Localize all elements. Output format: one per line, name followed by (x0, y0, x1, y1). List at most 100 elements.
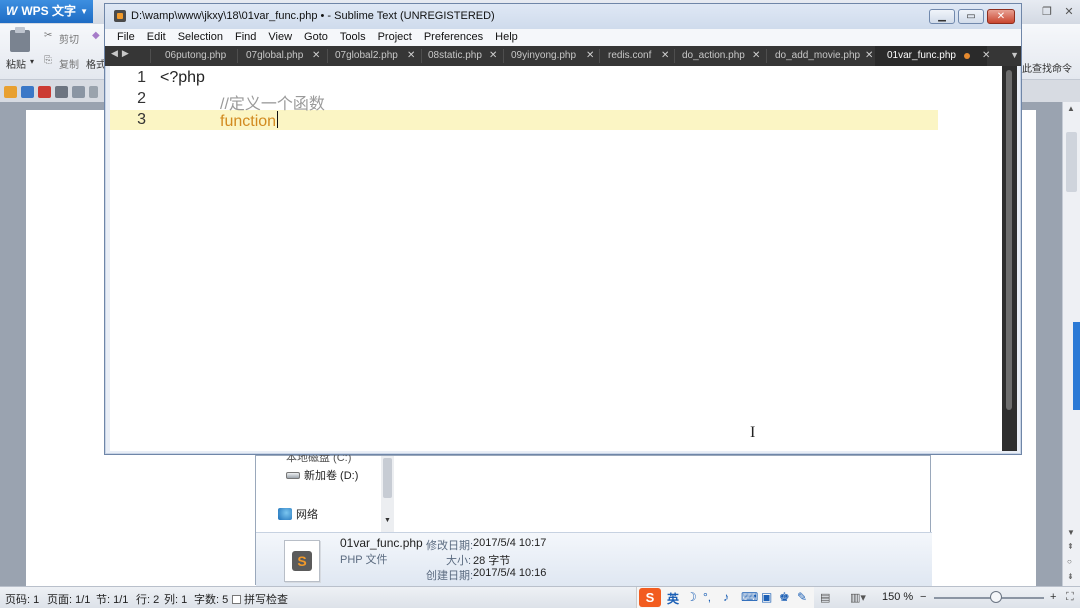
network-label: 网络 (296, 509, 318, 521)
zoom-out-icon[interactable]: − (920, 591, 926, 603)
microphone-icon[interactable]: ♪ (723, 590, 729, 604)
close-tab-icon[interactable]: ✕ (865, 46, 873, 66)
sublime-titlebar[interactable]: D:\wamp\www\jkxy\18\01var_func.php • - S… (105, 4, 1021, 29)
pdf-icon[interactable] (38, 86, 51, 98)
save-icon[interactable] (21, 86, 34, 98)
drive-d-label: 新加卷 (D:) (304, 470, 359, 482)
tab-bar: ◀▶ 06putong.php 07global.php ✕ 07global2.… (105, 46, 1021, 66)
sogou-ime-icon[interactable]: S (639, 588, 661, 607)
close-button[interactable]: ✕ (987, 9, 1015, 24)
code-line-3: function (220, 111, 279, 131)
tab-09yinyong[interactable]: 09yinyong.php ✕ (511, 46, 594, 66)
tab-redis-conf[interactable]: redis.conf ✕ (608, 46, 669, 66)
ime-toolbar: S 英 ☽ °, ♪ ⌨ ▣ ♚ ✎ (636, 587, 814, 608)
menu-preferences[interactable]: Preferences (418, 29, 489, 46)
format-painter-button[interactable]: 格式 (86, 56, 106, 71)
zoom-level[interactable]: 150 % (882, 591, 913, 603)
tab-07global[interactable]: 07global.php ✕ (246, 46, 320, 66)
select-browse-icon[interactable]: ○ (1067, 557, 1072, 566)
status-page-number[interactable]: 页码: 1 (5, 591, 39, 607)
status-word-count[interactable]: 字数: 5 (194, 591, 228, 607)
size-label: 大小: (446, 555, 472, 567)
menu-goto[interactable]: Goto (298, 29, 334, 46)
keyboard-icon[interactable]: ⌨ (741, 590, 758, 604)
open-icon[interactable] (4, 86, 17, 98)
close-tab-icon[interactable]: ✕ (661, 46, 669, 66)
menu-find[interactable]: Find (229, 29, 262, 46)
code-editor[interactable]: 1 2 3 <?php //定义一个函数 function (110, 66, 1007, 451)
close-tab-icon[interactable]: ✕ (407, 46, 415, 66)
tab-06putong[interactable]: 06putong.php (165, 46, 226, 66)
navigation-scrollbar[interactable]: ▼ (381, 456, 394, 532)
wrench-icon[interactable]: ✎ (797, 590, 807, 604)
menu-selection[interactable]: Selection (172, 29, 229, 46)
wps-logo-icon: W (6, 4, 18, 18)
wps-restore-button[interactable]: ❐ (1036, 0, 1058, 24)
print-icon[interactable] (55, 86, 68, 98)
fullscreen-icon[interactable]: ⛶ (1066, 591, 1074, 604)
close-tab-icon[interactable]: ✕ (489, 46, 497, 66)
tab-08static[interactable]: 08static.php ✕ (428, 46, 497, 66)
ime-lang-toggle[interactable]: 英 (667, 590, 679, 607)
toolbox-icon[interactable]: ▣ (761, 590, 772, 604)
cut-button[interactable]: 剪切 (59, 31, 79, 46)
punctuation-icon[interactable]: °, (703, 590, 711, 604)
spell-check-toggle[interactable]: 拼写检查 (232, 591, 288, 607)
scroll-down-icon[interactable]: ▼ (384, 517, 391, 524)
paste-button[interactable]: 粘贴 (6, 56, 26, 71)
created-label: 创建日期: (426, 570, 474, 582)
maximize-button[interactable]: ▭ (958, 9, 984, 24)
tab-do-add-movie[interactable]: do_add_movie.php ✕ (775, 46, 873, 66)
skin-icon[interactable]: ♚ (779, 590, 790, 604)
zoom-in-icon[interactable]: + (1050, 591, 1056, 603)
close-tab-icon[interactable]: ✕ (586, 46, 594, 66)
tab-label: 07global2.php (335, 50, 398, 61)
scroll-up-icon[interactable]: ▲ (1067, 104, 1075, 113)
menu-file[interactable]: File (105, 29, 141, 46)
tab-do-action[interactable]: do_action.php ✕ (682, 46, 760, 66)
zoom-slider-knob[interactable] (990, 591, 1002, 603)
tab-divider (421, 49, 422, 63)
menu-view[interactable]: View (262, 29, 298, 46)
wps-vertical-scrollbar[interactable]: ▲ ▼ ⇞ ○ ⇟ (1062, 102, 1080, 586)
menu-bar: File Edit Selection Find View Goto Tools… (105, 29, 1021, 46)
created-value: 2017/5/4 10:16 (473, 567, 547, 579)
undo-icon[interactable] (89, 86, 98, 98)
scroll-down-icon[interactable]: ▼ (1067, 528, 1075, 537)
editor-scrollbar[interactable] (1002, 66, 1017, 451)
side-panel-tab[interactable] (1073, 322, 1080, 410)
menu-edit[interactable]: Edit (141, 29, 172, 46)
copy-button[interactable]: 复制 (59, 56, 79, 71)
preview-icon[interactable] (72, 86, 85, 98)
tab-07global2[interactable]: 07global2.php ✕ (335, 46, 415, 66)
keyword-token: function (220, 113, 277, 130)
minimize-button[interactable]: ▁ (929, 9, 955, 24)
wps-app-menu-button[interactable]: W WPS 文字 ▼ (0, 0, 93, 23)
scroll-thumb[interactable] (1066, 132, 1077, 192)
close-tab-icon[interactable]: ✕ (982, 46, 990, 66)
tab-scroll-arrows-icon[interactable]: ◀▶ (111, 48, 133, 59)
paste-icon[interactable] (10, 27, 30, 52)
prev-page-icon[interactable]: ⇞ (1067, 542, 1074, 551)
next-page-icon[interactable]: ⇟ (1067, 572, 1074, 581)
web-layout-icon[interactable]: ▤ (820, 591, 830, 604)
tree-item-drive-d[interactable]: 新加卷 (D:) (286, 467, 358, 483)
paste-dropdown-icon[interactable]: ▾ (30, 57, 34, 66)
moon-icon[interactable]: ☽ (686, 590, 697, 604)
find-command-box[interactable]: 此查找命令 (1022, 60, 1072, 75)
status-section: 节: 1/1 (96, 594, 129, 606)
scroll-thumb[interactable] (383, 458, 392, 498)
wps-close-button[interactable]: ✕ (1058, 0, 1080, 24)
scroll-thumb[interactable] (1006, 70, 1012, 410)
menu-project[interactable]: Project (372, 29, 418, 46)
close-tab-icon[interactable]: ✕ (752, 46, 760, 66)
view-mode-icon[interactable]: ▥▾ (850, 591, 866, 604)
tab-menu-arrow-icon[interactable]: ▼ (1010, 50, 1019, 60)
tab-01var-func[interactable]: 01var_func.php (887, 46, 970, 66)
sublime-app-icon[interactable] (114, 10, 126, 22)
menu-tools[interactable]: Tools (334, 29, 372, 46)
menu-help[interactable]: Help (489, 29, 524, 46)
close-tab-icon[interactable]: ✕ (312, 46, 320, 66)
zoom-slider[interactable] (934, 597, 1044, 599)
tree-item-network[interactable]: 网络 (278, 506, 318, 522)
